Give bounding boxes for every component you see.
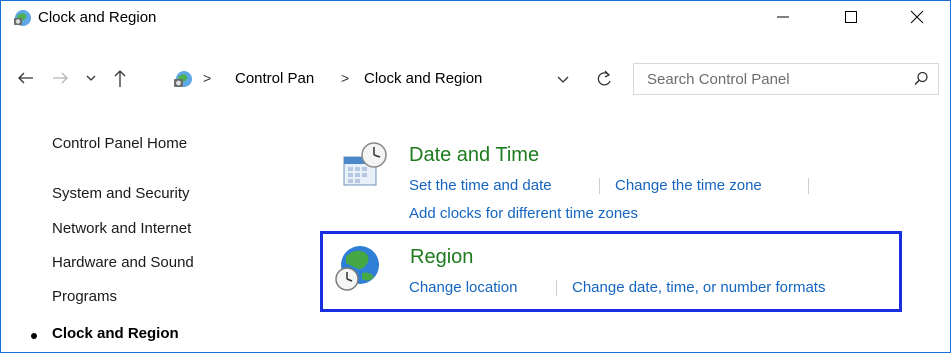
- up-button[interactable]: [110, 63, 130, 93]
- sidebar-item-network-and-internet[interactable]: Network and Internet: [52, 220, 191, 237]
- search-input[interactable]: Search Control Panel: [633, 63, 939, 95]
- link-divider: [808, 178, 809, 194]
- add-clocks-link[interactable]: Add clocks for different time zones: [409, 205, 638, 222]
- control-panel-window: Clock and Region > Control Pan > Clock a…: [0, 0, 951, 353]
- control-panel-icon: [173, 69, 193, 89]
- category-title-date-and-time[interactable]: Date and Time: [409, 144, 539, 167]
- change-formats-link[interactable]: Change date, time, or number formats: [572, 279, 825, 296]
- region-highlight-box: [320, 231, 902, 312]
- title-bar[interactable]: Clock and Region: [1, 1, 950, 33]
- breadcrumb-clock-and-region[interactable]: Clock and Region: [364, 70, 482, 87]
- date-time-icon[interactable]: [341, 141, 389, 194]
- link-divider: [556, 280, 557, 296]
- search-placeholder: Search Control Panel: [647, 71, 790, 88]
- maximize-button[interactable]: [828, 1, 874, 33]
- breadcrumb-separator[interactable]: >: [341, 70, 349, 86]
- chevron-down-icon[interactable]: [556, 72, 570, 91]
- refresh-icon[interactable]: [596, 70, 612, 93]
- change-location-link[interactable]: Change location: [409, 279, 517, 296]
- back-button[interactable]: [16, 63, 36, 93]
- address-bar[interactable]: > Control Pan > Clock and Region: [171, 63, 623, 93]
- window-title: Clock and Region: [38, 9, 157, 26]
- category-title-region[interactable]: Region: [410, 246, 473, 269]
- sidebar-item-hardware-and-sound[interactable]: Hardware and Sound: [52, 254, 194, 271]
- change-time-zone-link[interactable]: Change the time zone: [615, 177, 762, 194]
- forward-button[interactable]: [50, 63, 70, 93]
- sidebar-item-programs[interactable]: Programs: [52, 288, 117, 305]
- sidebar-item-clock-and-region: Clock and Region: [52, 325, 179, 342]
- sidebar-item-system-and-security[interactable]: System and Security: [52, 185, 190, 202]
- link-divider: [599, 178, 600, 194]
- minimize-button[interactable]: [760, 1, 806, 33]
- breadcrumb-separator[interactable]: >: [203, 70, 211, 86]
- control-panel-icon: [13, 8, 32, 27]
- recent-locations-button[interactable]: [84, 63, 98, 93]
- search-icon[interactable]: [912, 70, 930, 93]
- close-button[interactable]: [894, 1, 940, 33]
- set-time-and-date-link[interactable]: Set the time and date: [409, 177, 552, 194]
- region-globe-icon[interactable]: [332, 243, 382, 298]
- current-item-bullet: [31, 333, 37, 339]
- sidebar-home-link[interactable]: Control Panel Home: [52, 135, 187, 152]
- breadcrumb-control-panel[interactable]: Control Pan: [235, 70, 314, 87]
